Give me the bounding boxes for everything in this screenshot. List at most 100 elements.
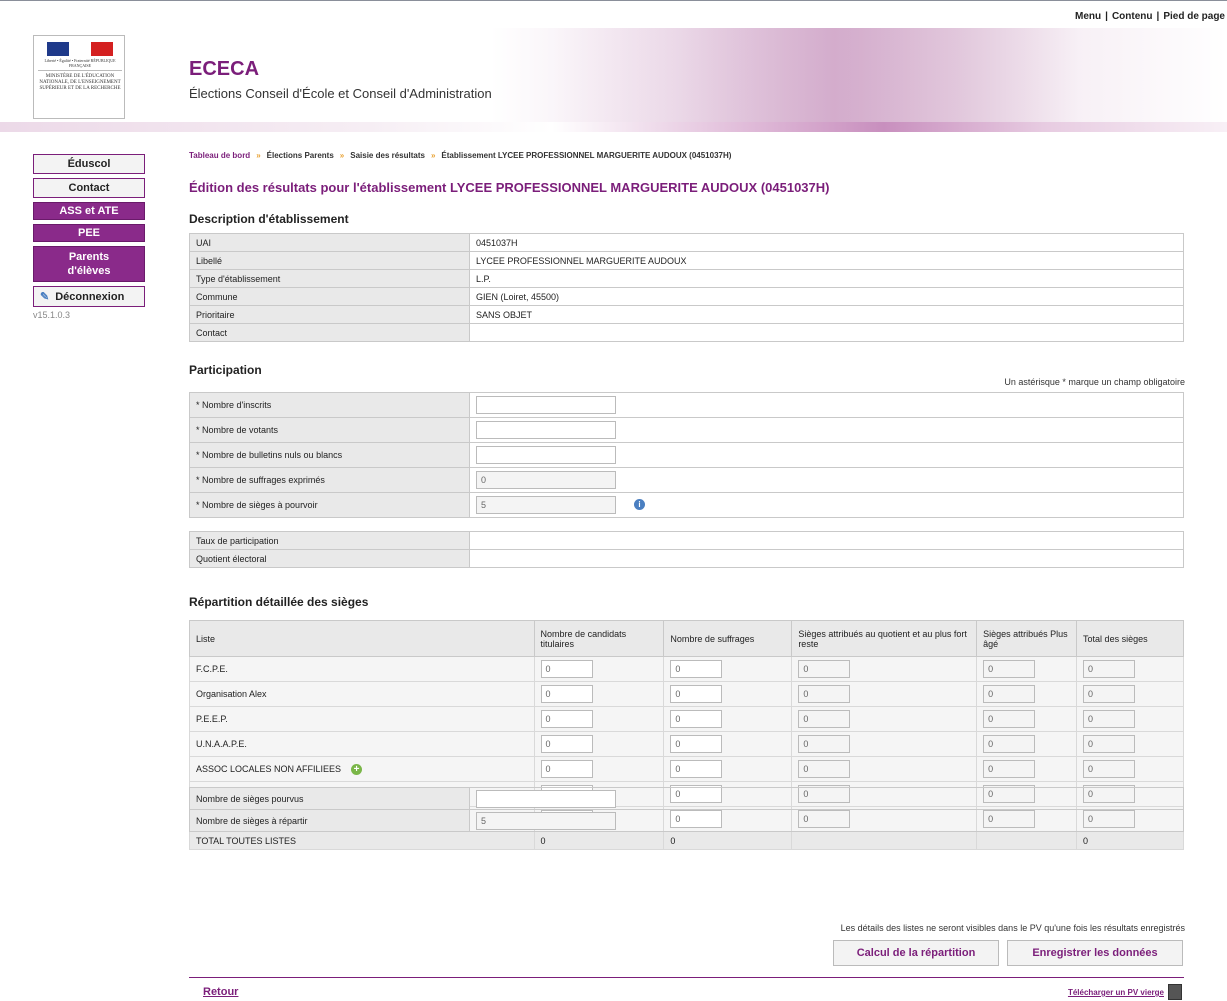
list-value-input[interactable]: 0 [670,660,723,678]
list-value-cell: 0 [1076,756,1184,782]
sidebar-item-ass-ate[interactable]: ASS et ATE [33,202,145,220]
list-value-cell: 0 [663,756,793,782]
logout-button[interactable]: ✎ Déconnexion [33,286,145,307]
skip-link-footer[interactable]: Pied de page [1163,11,1225,22]
description-value [469,323,1184,342]
required-note: Un astérisque * marque un champ obligato… [1004,377,1185,387]
list-value-cell: 0 [976,681,1078,707]
list-value-cell: 0 [663,681,793,707]
sidebar-item-parents-label: Parents d'élèves [67,251,111,277]
info-icon[interactable]: i [634,499,645,511]
description-label: Type d'établissement [189,269,470,288]
list-value-input[interactable]: 0 [540,760,593,778]
participation-label: * Nombre de sièges à pourvoir [189,492,470,518]
skip-link-menu[interactable]: Menu [1075,11,1101,22]
participation-input[interactable]: 5 [476,496,616,514]
save-button[interactable]: Enregistrer les données [1007,940,1183,966]
description-row: UAI 0451037H [189,233,1184,252]
list-row: U.N.A.A.P.E. 0 0 0 0 0 [189,731,1184,757]
sidebar-item-pee[interactable]: PEE [33,224,145,242]
sidebar-item-contact[interactable]: Contact [33,178,145,198]
participation-table: * Nombre d'inscrits * Nombre de votants * … [189,392,1184,518]
rate-row: Quotient électoral [189,549,1184,568]
list-value-input: 0 [983,710,1036,728]
list-value-cell: 0 [533,756,665,782]
description-table: UAI 0451037H Libellé LYCEE PROFESSIONNEL MA… [189,233,1184,342]
list-value-input[interactable]: 0 [540,710,593,728]
ministry-name: MINISTÈRE DE L'ÉDUCATION NATIONALE, DE L… [38,70,122,92]
seats-input[interactable] [476,789,616,808]
description-label: Contact [189,323,470,342]
description-label: Prioritaire [189,305,470,324]
list-value-cell: 0 [663,731,793,757]
total-row: TOTAL TOUTES LISTES 0 0 0 [189,831,1184,850]
breadcrumb-current: Établissement LYCEE PROFESSIONNEL MARGUE… [441,151,732,160]
participation-label: * Nombre d'inscrits [189,392,470,418]
list-value-input[interactable]: 0 [670,760,723,778]
list-value-cell: 0 [1076,681,1184,707]
total-value [976,831,1078,850]
participation-row: * Nombre de votants [189,417,1184,443]
rates-table: Taux de participation Quotient électoral [189,531,1184,568]
seats-label: Nombre de sièges à répartir [189,809,470,832]
repartition-heading: Répartition détaillée des sièges [189,595,369,609]
description-value: L.P. [469,269,1184,288]
description-row: Libellé LYCEE PROFESSIONNEL MARGUERITE AU… [189,251,1184,270]
breadcrumb-entry[interactable]: Saisie des résultats [350,151,425,160]
list-value-input[interactable]: 0 [670,685,723,703]
add-list-icon[interactable]: + [351,763,363,775]
column-header: Nombre de candidats titulaires [533,620,665,657]
description-heading: Description d'établissement [189,212,349,226]
participation-input[interactable]: 0 [476,471,616,489]
download-pv-link[interactable]: Télécharger un PV vierge [1068,988,1164,997]
pdf-icon[interactable] [1168,984,1182,1000]
list-value-input[interactable]: 0 [540,735,593,753]
description-row: Type d'établissement L.P. [189,269,1184,288]
total-value: 0 [1076,831,1184,850]
marianne-flag-icon [47,42,113,56]
list-value-input: 0 [798,710,851,728]
top-border [0,0,1227,12]
list-value-input[interactable]: 0 [670,710,723,728]
list-value-input[interactable]: 0 [540,685,593,703]
list-name-cell: ASSOC LOCALES NON AFFILIEES + [189,756,535,782]
total-value: 0 [663,831,793,850]
list-value-input[interactable]: 0 [540,660,593,678]
list-value-cell: 0 [976,706,1078,732]
list-value-cell: 0 [791,656,978,682]
list-value-cell: 0 [533,706,665,732]
participation-input[interactable] [476,446,616,464]
participation-input[interactable] [476,421,616,439]
app-title: ECECA [189,58,260,80]
skip-links: Menu | Contenu | Pied de page [1075,11,1225,22]
rate-label: Taux de participation [189,531,470,550]
list-value-cell: 0 [791,706,978,732]
list-value-cell: 0 [533,731,665,757]
sidebar-item-eduscol[interactable]: Éduscol [33,154,145,174]
participation-cell: 5i [469,492,1184,518]
pv-note: Les détails des listes ne seront visible… [840,923,1185,933]
participation-cell [469,392,1184,418]
breadcrumb-elections[interactable]: Élections Parents [267,151,334,160]
logout-icon: ✎ [40,291,50,303]
breadcrumb-arrow-icon: » [339,151,345,160]
header-banner [0,28,1227,132]
description-value: SANS OBJET [469,305,1184,324]
participation-label: * Nombre de suffrages exprimés [189,467,470,493]
republic-mention: Liberté • Égalité • Fraternité RÉPUBLIQU… [44,58,116,68]
footer-divider [189,977,1184,978]
back-link[interactable]: Retour [203,986,238,998]
participation-row: * Nombre d'inscrits [189,392,1184,418]
sidebar-item-parents[interactable]: Parents d'élèves [33,246,145,282]
ministry-logo[interactable]: Liberté • Égalité • Fraternité RÉPUBLIQU… [33,35,125,119]
list-value-input: 0 [983,660,1036,678]
compute-button[interactable]: Calcul de la répartition [833,940,999,966]
description-label: Libellé [189,251,470,270]
list-value-input[interactable]: 0 [670,735,723,753]
description-row: Commune GIEN (Loiret, 45500) [189,287,1184,306]
list-value-input: 0 [798,685,851,703]
breadcrumb-dashboard[interactable]: Tableau de bord [189,151,250,160]
participation-input[interactable] [476,396,616,414]
description-label: UAI [189,233,470,252]
skip-link-content[interactable]: Contenu [1112,11,1153,22]
